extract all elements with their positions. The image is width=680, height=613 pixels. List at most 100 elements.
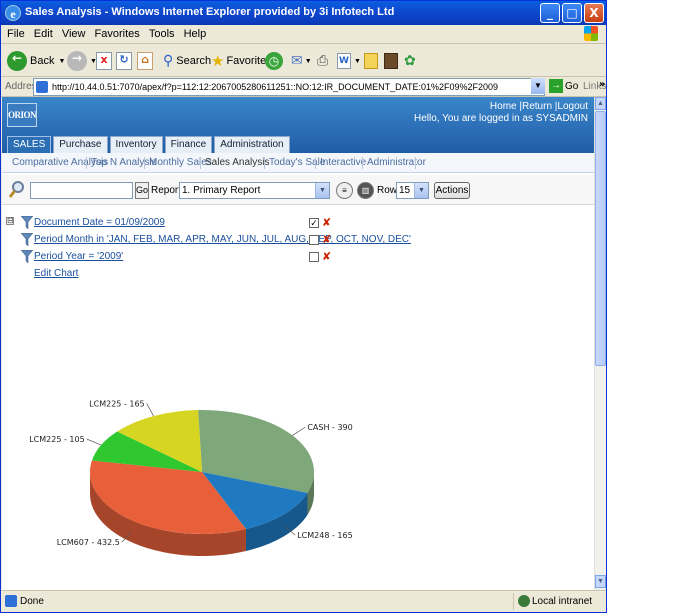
app-header: ORION Home |Return |Logout Hello, You ar… — [2, 97, 594, 153]
subtab-administrator[interactable]: Administrator — [367, 157, 426, 168]
filter-link-period-month[interactable]: Period Month in 'JAN, FEB, MAR, APR, MAY… — [34, 234, 411, 245]
scroll-up-icon[interactable]: ▲ — [595, 97, 606, 110]
history-button[interactable]: ◷ — [265, 50, 283, 72]
main-tabs: SALES Purchase Inventory Finance Adminis… — [7, 136, 290, 153]
sub-tabs: Comparative Analysis Top N Analysis Mont… — [2, 153, 594, 173]
menu-favorites[interactable]: Favorites — [95, 28, 140, 40]
intranet-globe-icon — [518, 595, 530, 607]
tab-finance[interactable]: Finance — [164, 136, 213, 153]
browser-window: e Sales Analysis - Windows Internet Expl… — [0, 0, 607, 613]
subtab-todays-sale[interactable]: Today's Sale — [269, 157, 325, 168]
subtab-top-n-analysis[interactable]: Top N Analysis — [91, 157, 157, 168]
view-report-icon[interactable]: ≡ — [336, 182, 353, 199]
mail-dropdown-icon[interactable]: ▼ — [305, 58, 312, 65]
menu-help[interactable]: Help — [184, 28, 207, 40]
vertical-scrollbar[interactable]: ▲ ▼ — [594, 97, 606, 590]
edit-chart-link[interactable]: Edit Chart — [34, 268, 78, 279]
back-button[interactable]: ← Back ▼ — [7, 50, 65, 72]
status-bar: Done Local intranet — [1, 590, 606, 612]
go-arrow-icon[interactable]: → — [549, 79, 563, 93]
pie-label: CASH - 390 — [307, 423, 352, 432]
collapse-filters-icon[interactable]: ⊟ — [6, 217, 14, 225]
filter-enable-checkbox[interactable]: ✓ — [309, 218, 319, 228]
menu-view[interactable]: View — [62, 28, 86, 40]
go-button[interactable]: Go — [565, 81, 578, 92]
forward-button[interactable]: → ▼ — [67, 50, 97, 72]
subtab-separator — [200, 157, 201, 169]
tab-purchase[interactable]: Purchase — [53, 136, 108, 153]
pie-leader-line — [146, 403, 154, 417]
stop-button[interactable]: x — [96, 50, 112, 72]
notes-icon — [364, 53, 378, 69]
window-title: Sales Analysis - Windows Internet Explor… — [25, 6, 395, 18]
pie-leader-line — [292, 426, 306, 436]
pie-label: LCM607 - 432.5 — [57, 538, 120, 547]
chevron-down-icon[interactable]: ▼ — [315, 183, 329, 198]
search-go-button[interactable]: Go — [135, 182, 149, 199]
edit-button[interactable]: W ▼ — [337, 50, 361, 72]
home-button[interactable]: ⌂ — [137, 50, 153, 72]
actions-button[interactable]: Actions — [434, 182, 470, 199]
search-icon[interactable] — [8, 180, 26, 200]
menu-tools[interactable]: Tools — [149, 28, 175, 40]
subtab-separator — [144, 157, 145, 169]
address-dropdown-icon[interactable]: ▼ — [531, 78, 545, 94]
scroll-thumb[interactable] — [595, 111, 606, 366]
minimize-button[interactable]: _ — [540, 3, 560, 23]
remove-filter-icon[interactable]: ✘ — [322, 234, 332, 246]
search-button[interactable]: ⚲ Search — [163, 50, 211, 72]
back-dropdown-icon[interactable]: ▼ — [58, 58, 65, 65]
discuss-button[interactable] — [364, 50, 378, 72]
back-arrow-icon: ← — [7, 51, 27, 71]
print-button[interactable]: ⎙ — [317, 50, 328, 72]
filter-enable-checkbox[interactable] — [309, 235, 319, 245]
forward-arrow-icon: → — [67, 51, 87, 71]
filter-enable-checkbox[interactable] — [309, 252, 319, 262]
edit-document-icon: W — [337, 53, 351, 69]
history-icon: ◷ — [265, 52, 283, 70]
address-input[interactable]: http://10.44.0.51:7070/apex/f?p=112:12:2… — [33, 78, 545, 96]
pie-label: LCM248 - 165 — [297, 531, 352, 540]
login-greeting: Hello, You are logged in as SYSADMIN — [414, 113, 588, 124]
mail-button[interactable]: ✉ ▼ — [291, 50, 312, 72]
stop-icon: x — [96, 52, 112, 70]
tab-inventory[interactable]: Inventory — [109, 136, 163, 153]
top-links: Home |Return |Logout — [490, 101, 588, 112]
links-expand[interactable]: » — [599, 79, 605, 90]
orion-logo[interactable]: ORION — [7, 103, 37, 127]
browser-toolbar: ← Back ▼ → ▼ x ↻ ⌂ ⚲ Search ★ Favorites … — [1, 44, 606, 77]
filter-link-document-date[interactable]: Document Date = 01/09/2009 — [34, 217, 165, 228]
research-button[interactable] — [384, 50, 398, 72]
refresh-button[interactable]: ↻ — [116, 50, 132, 72]
home-link[interactable]: Home — [490, 101, 517, 112]
tab-administration[interactable]: Administration — [214, 136, 290, 153]
security-zone: Local intranet — [513, 593, 604, 610]
search-input[interactable] — [30, 182, 133, 199]
view-chart-icon[interactable]: ▥ — [357, 182, 374, 199]
remove-filter-icon[interactable]: ✘ — [322, 217, 332, 229]
menu-edit[interactable]: Edit — [34, 28, 53, 40]
zone-text: Local intranet — [532, 596, 593, 607]
remove-filter-icon[interactable]: ✘ — [322, 251, 332, 263]
edit-dropdown-icon[interactable]: ▼ — [354, 58, 361, 65]
menu-file[interactable]: File — [7, 28, 25, 40]
reports-select[interactable]: 1. Primary Report ▼ — [179, 182, 330, 199]
subtab-monthly-sales[interactable]: Monthly Sales — [149, 157, 212, 168]
close-button[interactable]: X — [584, 3, 604, 23]
favorites-button[interactable]: ★ Favorites — [211, 50, 272, 72]
chevron-down-icon[interactable]: ▼ — [414, 183, 428, 198]
maximize-button[interactable]: □ — [562, 3, 582, 23]
tab-sales[interactable]: SALES — [7, 136, 52, 153]
logout-link[interactable]: Logout — [557, 101, 588, 112]
messenger-button[interactable]: ✿ — [404, 50, 416, 72]
page-icon — [36, 81, 48, 93]
pie-label: LCM225 - 165 — [89, 399, 144, 408]
return-link[interactable]: Return — [522, 101, 552, 112]
rows-select[interactable]: 15 ▼ — [396, 182, 429, 199]
subtab-sales-analysis[interactable]: Sales Analysis — [205, 157, 269, 168]
mail-icon: ✉ — [291, 53, 303, 69]
subtab-separator — [86, 157, 87, 169]
scroll-down-icon[interactable]: ▼ — [595, 575, 606, 588]
filter-link-period-year[interactable]: Period Year = '2009' — [34, 251, 123, 262]
subtab-interactive[interactable]: Interactive — [320, 157, 366, 168]
